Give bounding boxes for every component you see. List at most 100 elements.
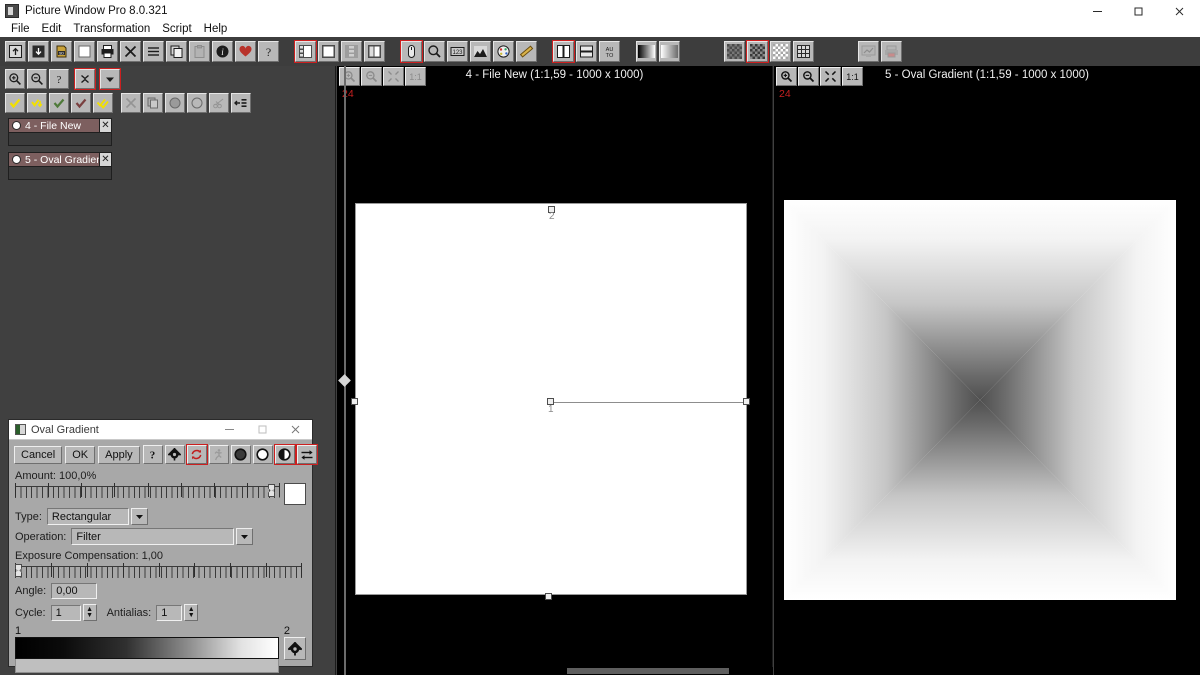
info-icon[interactable]: i	[212, 41, 233, 62]
horizontal-scrollbar-thumb[interactable]	[567, 668, 729, 674]
mouse-tool-icon[interactable]	[401, 41, 422, 62]
run-button[interactable]	[209, 445, 229, 464]
delete-mask-icon[interactable]	[121, 93, 141, 113]
ellipse-filled-icon[interactable]	[165, 93, 185, 113]
gradient-white-black-icon[interactable]	[659, 41, 680, 62]
numeric-readout-icon[interactable]: 123	[447, 41, 468, 62]
zoom-in-button[interactable]	[5, 69, 25, 89]
gradient-preview-bar[interactable]	[15, 637, 279, 659]
grid-overlay-icon[interactable]	[793, 41, 814, 62]
menu-help[interactable]: Help	[198, 22, 234, 37]
zoom-out-button[interactable]	[27, 69, 47, 89]
exposure-slider[interactable]	[15, 563, 302, 578]
image-select-radio[interactable]	[12, 121, 21, 130]
compare-vertical-icon[interactable]	[553, 41, 574, 62]
menu-edit[interactable]: Edit	[36, 22, 68, 37]
panel-splitter[interactable]	[344, 66, 346, 675]
measure-tool-icon[interactable]	[516, 41, 537, 62]
antialias-stepper[interactable]: ▲▼	[184, 604, 198, 621]
gradient-left-handle[interactable]	[351, 398, 358, 405]
settings-gear-button[interactable]	[165, 445, 185, 464]
image-canvas-area[interactable]: 1 2	[337, 104, 772, 675]
new-blank-image-icon[interactable]	[74, 41, 95, 62]
menu-transformation[interactable]: Transformation	[67, 22, 156, 37]
close-icon[interactable]	[1159, 0, 1200, 22]
exposure-slider-thumb[interactable]	[15, 564, 22, 577]
operation-select[interactable]: Filter	[71, 528, 234, 545]
help-question-icon[interactable]: ?	[258, 41, 279, 62]
dialog-close-icon[interactable]	[279, 420, 312, 440]
gradient-radius-handle[interactable]	[743, 398, 750, 405]
close-image-icon[interactable]	[120, 41, 141, 62]
paste-icon[interactable]	[189, 41, 210, 62]
swap-button[interactable]	[297, 445, 317, 464]
collapse-panel-icon[interactable]	[231, 93, 251, 113]
preview-mode-half-button[interactable]	[275, 445, 295, 464]
layout-single-left-icon[interactable]	[295, 41, 316, 62]
check-yellow-down-icon[interactable]	[27, 93, 47, 113]
antialias-input[interactable]: 1	[156, 605, 182, 621]
printer-icon[interactable]	[881, 41, 902, 62]
transparency-light-icon[interactable]	[770, 41, 791, 62]
layout-split-icon[interactable]	[364, 41, 385, 62]
favorites-heart-icon[interactable]	[235, 41, 256, 62]
list-item[interactable]: 4 - File New ✕	[8, 118, 112, 133]
gradient-stop-track[interactable]	[15, 659, 279, 673]
print-icon[interactable]	[97, 41, 118, 62]
scissors-icon[interactable]	[209, 93, 229, 113]
maximize-icon[interactable]	[1118, 0, 1159, 22]
zoom-tool-icon[interactable]	[424, 41, 445, 62]
cycle-stepper[interactable]: ▲▼	[83, 604, 97, 621]
dialog-help-button[interactable]: ?	[143, 445, 163, 464]
ellipse-outline-icon[interactable]	[187, 93, 207, 113]
dialog-maximize-icon[interactable]	[246, 420, 279, 440]
cycle-input[interactable]: 1	[51, 605, 81, 621]
gradient-black-white-icon[interactable]	[636, 41, 657, 62]
layout-list-icon[interactable]	[341, 41, 362, 62]
layout-single-icon[interactable]	[318, 41, 339, 62]
image-canvas[interactable]	[784, 200, 1176, 600]
gradient-bottom-handle[interactable]	[545, 593, 552, 600]
preview-mode-white-button[interactable]	[253, 445, 273, 464]
sd-card-icon[interactable]: SD	[51, 41, 72, 62]
transparency-medium-icon[interactable]	[747, 41, 768, 62]
amount-slider-thumb[interactable]	[268, 484, 275, 497]
check-double-yellow-icon[interactable]	[93, 93, 113, 113]
auto-icon[interactable]: AUTO	[599, 41, 620, 62]
chevron-down-icon[interactable]	[131, 508, 148, 525]
save-image-icon[interactable]	[28, 41, 49, 62]
dropdown-button[interactable]	[100, 69, 120, 89]
collapse-all-button[interactable]	[75, 69, 95, 89]
open-image-icon[interactable]	[5, 41, 26, 62]
monitor-curve-icon[interactable]	[858, 41, 879, 62]
check-yellow-icon[interactable]	[5, 93, 25, 113]
amount-slider[interactable]	[15, 483, 280, 498]
image-canvas-area[interactable]	[774, 104, 1200, 675]
copy-icon[interactable]	[166, 41, 187, 62]
angle-input[interactable]: 0,00	[51, 583, 97, 599]
sidebar-help-button[interactable]: ?	[49, 69, 69, 89]
minimize-icon[interactable]	[1077, 0, 1118, 22]
chevron-down-icon[interactable]	[236, 528, 253, 545]
color-picker-icon[interactable]	[493, 41, 514, 62]
image-select-radio[interactable]	[12, 155, 21, 164]
list-item[interactable]: 5 - Oval Gradien ✕	[8, 152, 112, 167]
close-icon[interactable]: ✕	[99, 119, 111, 132]
gradient-editor[interactable]	[15, 637, 279, 673]
amount-color-swatch[interactable]	[284, 483, 306, 505]
refresh-preview-button[interactable]	[187, 445, 207, 464]
preview-mode-ring-button[interactable]	[231, 445, 251, 464]
histogram-icon[interactable]	[470, 41, 491, 62]
list-icon[interactable]	[143, 41, 164, 62]
check-maroon-icon[interactable]	[71, 93, 91, 113]
horizontal-scrollbar[interactable]	[337, 667, 773, 675]
close-icon[interactable]: ✕	[99, 153, 111, 166]
compare-horizontal-icon[interactable]	[576, 41, 597, 62]
gradient-settings-gear-icon[interactable]	[284, 637, 306, 660]
transparency-dark-icon[interactable]	[724, 41, 745, 62]
cancel-button[interactable]: Cancel	[14, 446, 62, 464]
menu-file[interactable]: File	[5, 22, 36, 37]
dialog-minimize-icon[interactable]	[213, 420, 246, 440]
duplicate-mask-icon[interactable]	[143, 93, 163, 113]
check-green-icon[interactable]	[49, 93, 69, 113]
